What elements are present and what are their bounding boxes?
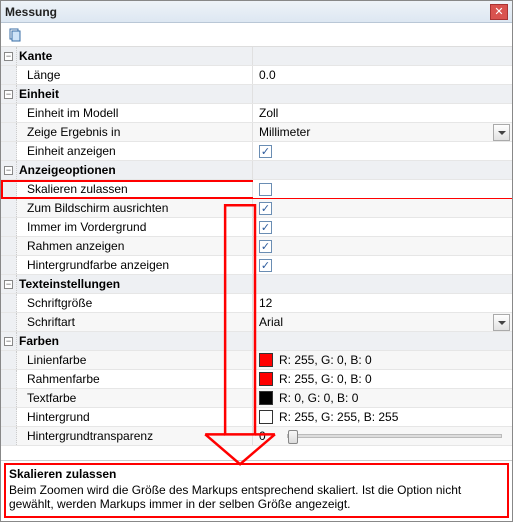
close-button[interactable]: ✕ xyxy=(490,4,508,20)
property-grid: − Kante Länge 0.0 − Einheit Einheit im M… xyxy=(1,47,512,460)
collapse-icon[interactable]: − xyxy=(4,280,13,289)
section-anzeigeoptionen[interactable]: − Anzeigeoptionen xyxy=(1,161,512,180)
section-texteinstellungen[interactable]: − Texteinstellungen xyxy=(1,275,512,294)
checkbox[interactable]: ✓ xyxy=(259,145,272,158)
window-title: Messung xyxy=(5,5,57,19)
prop-label: Hintergrundfarbe anzeigen xyxy=(17,256,253,274)
color-swatch[interactable] xyxy=(259,353,273,367)
checkbox[interactable]: ✓ xyxy=(259,221,272,234)
prop-label: Hintergrund xyxy=(17,408,253,426)
slider-value: 0 xyxy=(259,429,277,443)
section-header-label: Anzeigeoptionen xyxy=(17,161,253,179)
color-text: R: 255, G: 0, B: 0 xyxy=(279,372,372,386)
prop-label: Zeige Ergebnis in xyxy=(17,123,253,141)
prop-textfarbe[interactable]: Textfarbe R: 0, G: 0, B: 0 xyxy=(1,389,512,408)
prop-label: Textfarbe xyxy=(17,389,253,407)
prop-immer-vordergrund[interactable]: Immer im Vordergrund ✓ xyxy=(1,218,512,237)
prop-value-dropdown[interactable]: Millimeter xyxy=(253,123,512,141)
collapse-icon[interactable]: − xyxy=(4,52,13,61)
prop-skalieren-zulassen[interactable]: Skalieren zulassen xyxy=(1,180,512,199)
checkbox[interactable] xyxy=(259,183,272,196)
prop-label: Skalieren zulassen xyxy=(17,180,253,198)
color-text: R: 255, G: 255, B: 255 xyxy=(279,410,398,424)
prop-label: Einheit im Modell xyxy=(17,104,253,122)
prop-label: Hintergrundtransparenz xyxy=(17,427,253,445)
description-body: Beim Zoomen wird die Größe des Markups e… xyxy=(9,483,504,511)
prop-hintergrundtransparenz[interactable]: Hintergrundtransparenz 0 xyxy=(1,427,512,446)
prop-hintergrundfarbe-anzeigen[interactable]: Hintergrundfarbe anzeigen ✓ xyxy=(1,256,512,275)
prop-value[interactable]: 12 xyxy=(253,294,512,312)
section-farben[interactable]: − Farben xyxy=(1,332,512,351)
color-swatch[interactable] xyxy=(259,372,273,386)
prop-laenge[interactable]: Länge 0.0 xyxy=(1,66,512,85)
prop-rahmenfarbe[interactable]: Rahmenfarbe R: 255, G: 0, B: 0 xyxy=(1,370,512,389)
prop-einheit-anzeigen[interactable]: Einheit anzeigen ✓ xyxy=(1,142,512,161)
slider[interactable] xyxy=(287,434,502,438)
copy-icon[interactable] xyxy=(7,27,23,43)
prop-label: Zum Bildschirm ausrichten xyxy=(17,199,253,217)
section-einheit[interactable]: − Einheit xyxy=(1,85,512,104)
prop-label: Rahmen anzeigen xyxy=(17,237,253,255)
prop-zeige-ergebnis[interactable]: Zeige Ergebnis in Millimeter xyxy=(1,123,512,142)
section-header-label: Texteinstellungen xyxy=(17,275,253,293)
prop-value[interactable]: Zoll xyxy=(253,104,512,122)
section-header-label: Einheit xyxy=(17,85,253,103)
color-swatch[interactable] xyxy=(259,410,273,424)
description-title: Skalieren zulassen xyxy=(9,467,504,481)
prop-einheit-im-modell[interactable]: Einheit im Modell Zoll xyxy=(1,104,512,123)
toolbar xyxy=(1,23,512,47)
prop-value[interactable]: 0.0 xyxy=(253,66,512,84)
prop-label: Schriftgröße xyxy=(17,294,253,312)
color-swatch[interactable] xyxy=(259,391,273,405)
section-header-label: Kante xyxy=(17,47,253,65)
slider-thumb[interactable] xyxy=(288,430,298,444)
color-text: R: 0, G: 0, B: 0 xyxy=(279,391,358,405)
chevron-down-icon[interactable] xyxy=(493,124,510,141)
collapse-icon[interactable]: − xyxy=(4,90,13,99)
prop-hintergrund[interactable]: Hintergrund R: 255, G: 255, B: 255 xyxy=(1,408,512,427)
description-panel: Skalieren zulassen Beim Zoomen wird die … xyxy=(1,460,512,521)
section-header-label: Farben xyxy=(17,332,253,350)
prop-label: Linienfarbe xyxy=(17,351,253,369)
prop-label: Immer im Vordergrund xyxy=(17,218,253,236)
prop-label: Länge xyxy=(17,66,253,84)
collapse-icon[interactable]: − xyxy=(4,166,13,175)
titlebar: Messung ✕ xyxy=(1,1,512,23)
prop-schriftart[interactable]: Schriftart Arial xyxy=(1,313,512,332)
prop-rahmen-anzeigen[interactable]: Rahmen anzeigen ✓ xyxy=(1,237,512,256)
prop-label: Schriftart xyxy=(17,313,253,331)
color-text: R: 255, G: 0, B: 0 xyxy=(279,353,372,367)
checkbox[interactable]: ✓ xyxy=(259,240,272,253)
prop-zum-bildschirm[interactable]: Zum Bildschirm ausrichten ✓ xyxy=(1,199,512,218)
checkbox[interactable]: ✓ xyxy=(259,259,272,272)
checkbox[interactable]: ✓ xyxy=(259,202,272,215)
properties-window: Messung ✕ − Kante Länge 0.0 − Einheit xyxy=(0,0,513,522)
chevron-down-icon[interactable] xyxy=(493,314,510,331)
collapse-icon[interactable]: − xyxy=(4,337,13,346)
section-kante[interactable]: − Kante xyxy=(1,47,512,66)
prop-linienfarbe[interactable]: Linienfarbe R: 255, G: 0, B: 0 xyxy=(1,351,512,370)
prop-label: Rahmenfarbe xyxy=(17,370,253,388)
prop-value-dropdown[interactable]: Arial xyxy=(253,313,512,331)
prop-schriftgroesse[interactable]: Schriftgröße 12 xyxy=(1,294,512,313)
prop-label: Einheit anzeigen xyxy=(17,142,253,160)
